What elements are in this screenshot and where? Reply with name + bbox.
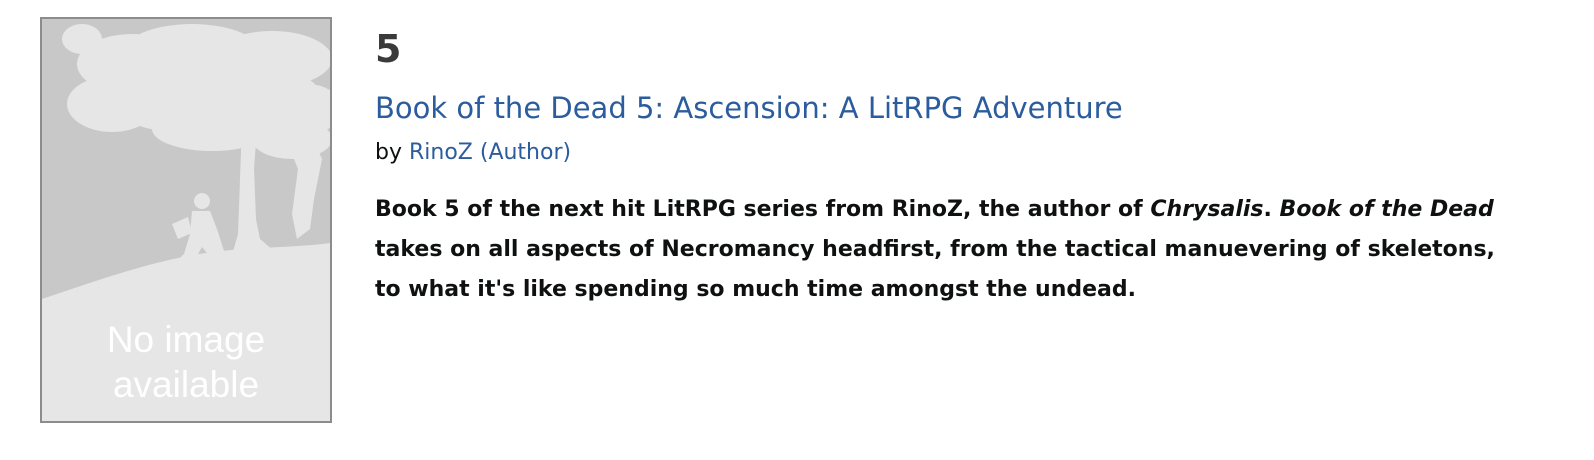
no-image-text-line2: available — [112, 364, 260, 405]
description-part1: Book 5 of the next hit LitRPG series fro… — [375, 197, 1151, 222]
author-link[interactable]: RinoZ (Author) — [409, 140, 571, 165]
result-details: 5 Book of the Dead 5: Ascension: A LitRP… — [375, 26, 1505, 310]
description-italic1: Chrysalis — [1150, 197, 1264, 222]
byline-prefix: by — [375, 140, 402, 165]
author-name: RinoZ — [408, 140, 473, 165]
author-role: (Author) — [479, 140, 572, 165]
description-part2: . — [1263, 197, 1280, 222]
book-title-link[interactable]: Book of the Dead 5: Ascension: A LitRPG … — [375, 90, 1505, 126]
cover-image-placeholder[interactable]: No image available — [40, 17, 332, 423]
book-description: Book 5 of the next hit LitRPG series fro… — [375, 190, 1505, 310]
description-italic2: Book of the Dead — [1279, 197, 1494, 222]
description-part3: takes on all aspects of Necromancy headf… — [375, 237, 1495, 302]
byline: by RinoZ (Author) — [375, 138, 1505, 168]
result-number: 5 — [375, 27, 402, 71]
no-image-text-line1: No image — [106, 319, 266, 360]
